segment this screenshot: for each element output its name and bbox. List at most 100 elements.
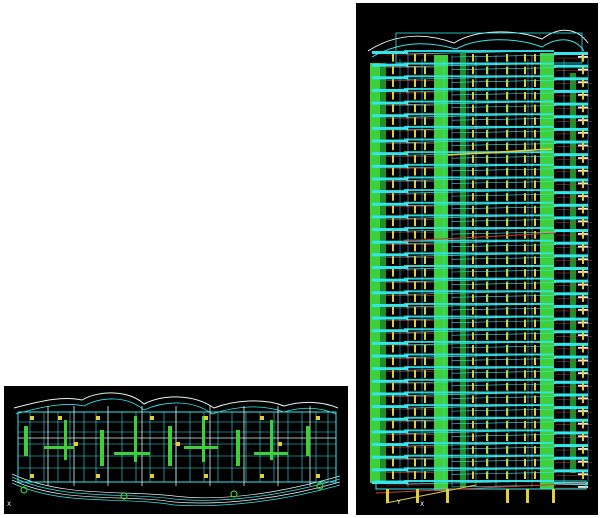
tower-column <box>472 382 474 391</box>
tower-column <box>582 180 584 189</box>
tower-column <box>392 357 394 366</box>
tower-column <box>524 205 526 214</box>
tower-column <box>392 91 394 100</box>
tower-column <box>534 269 536 277</box>
tower-column <box>524 269 526 277</box>
tower-column <box>486 446 488 454</box>
tower-slab-left <box>372 455 408 459</box>
tower-column <box>506 155 508 163</box>
tower-column <box>582 408 584 416</box>
tower-column <box>524 281 526 290</box>
tower-axis-x-label: X <box>420 501 425 508</box>
tower-column <box>486 408 488 416</box>
tower-slab-left <box>372 316 408 320</box>
tower-column <box>524 306 526 315</box>
tower-column <box>472 256 474 264</box>
tower-column <box>524 382 526 391</box>
plan-column <box>74 442 78 446</box>
tower-column <box>486 129 488 138</box>
tower-slab-left <box>372 164 408 168</box>
tower-column <box>524 408 526 416</box>
tower-column <box>472 319 474 328</box>
tower-column <box>582 117 584 125</box>
tower-column <box>486 205 488 214</box>
tower-base-column <box>416 489 419 503</box>
floor-plan-wireframe <box>11 392 341 507</box>
tower-column <box>392 446 394 454</box>
tower-column <box>534 155 536 163</box>
tower-slab-left <box>372 177 408 181</box>
tower-column <box>582 66 584 75</box>
tower-slab-left <box>372 291 408 295</box>
tower-column <box>414 155 416 163</box>
tower-slab-left <box>372 405 408 409</box>
tower-column <box>524 129 526 138</box>
tower-column <box>506 281 508 290</box>
tower-column <box>472 193 474 201</box>
tower-column <box>524 142 526 151</box>
tower-column <box>506 395 508 404</box>
tower-column <box>524 357 526 366</box>
tower-column <box>486 344 488 353</box>
tower-column <box>534 243 536 252</box>
tower-core-wall <box>434 55 448 491</box>
tower-column <box>486 231 488 239</box>
plan-shear-wall <box>24 426 28 456</box>
tower-column <box>506 306 508 315</box>
plan-node <box>316 482 324 490</box>
tower-column <box>392 129 394 138</box>
tower-slab-left <box>372 253 408 257</box>
tower-column <box>472 332 474 340</box>
tower-column <box>472 66 474 75</box>
tower-column <box>582 458 584 467</box>
tower-column <box>414 471 416 479</box>
tower-column <box>524 91 526 100</box>
tower-core-wall-side <box>460 53 466 487</box>
tower-column <box>414 205 416 214</box>
tower-column <box>424 231 426 239</box>
plan-column <box>150 416 154 420</box>
tower-column <box>424 193 426 201</box>
tower-column <box>414 180 416 189</box>
tower-column <box>506 66 508 75</box>
tower-slab-left <box>372 303 408 307</box>
tower-column <box>506 458 508 467</box>
tower-column <box>392 471 394 479</box>
tower-column <box>472 167 474 176</box>
tower-column <box>392 180 394 189</box>
tower-column <box>472 91 474 100</box>
tower-column <box>486 142 488 151</box>
tower-column <box>424 167 426 176</box>
tower-column <box>392 294 394 302</box>
tower-column <box>424 104 426 113</box>
tower-column <box>582 167 584 176</box>
tower-column <box>524 294 526 302</box>
plan-column <box>260 474 264 478</box>
tower-slab-left <box>372 101 408 105</box>
tower-column <box>582 306 584 315</box>
tower-column <box>414 117 416 125</box>
tower-column <box>524 471 526 479</box>
tower-column <box>486 54 488 62</box>
tower-column <box>414 193 416 201</box>
plan-column <box>30 416 34 420</box>
tower-column <box>472 79 474 87</box>
tower-column <box>414 142 416 151</box>
plan-column <box>204 474 208 478</box>
tower-column <box>392 231 394 239</box>
tower-column <box>472 180 474 189</box>
tower-column <box>524 319 526 328</box>
tower-column <box>582 193 584 201</box>
tower-column <box>472 54 474 62</box>
tower-roof-frame <box>395 32 583 64</box>
tower-column <box>582 54 584 62</box>
tower-column <box>486 269 488 277</box>
tower-column <box>472 433 474 442</box>
tower-slab-left <box>372 341 408 345</box>
tower-column <box>582 370 584 378</box>
tower-column <box>424 433 426 442</box>
tower-column <box>424 446 426 454</box>
tower-column <box>524 458 526 467</box>
tower-column <box>524 79 526 87</box>
tower-column <box>486 281 488 290</box>
